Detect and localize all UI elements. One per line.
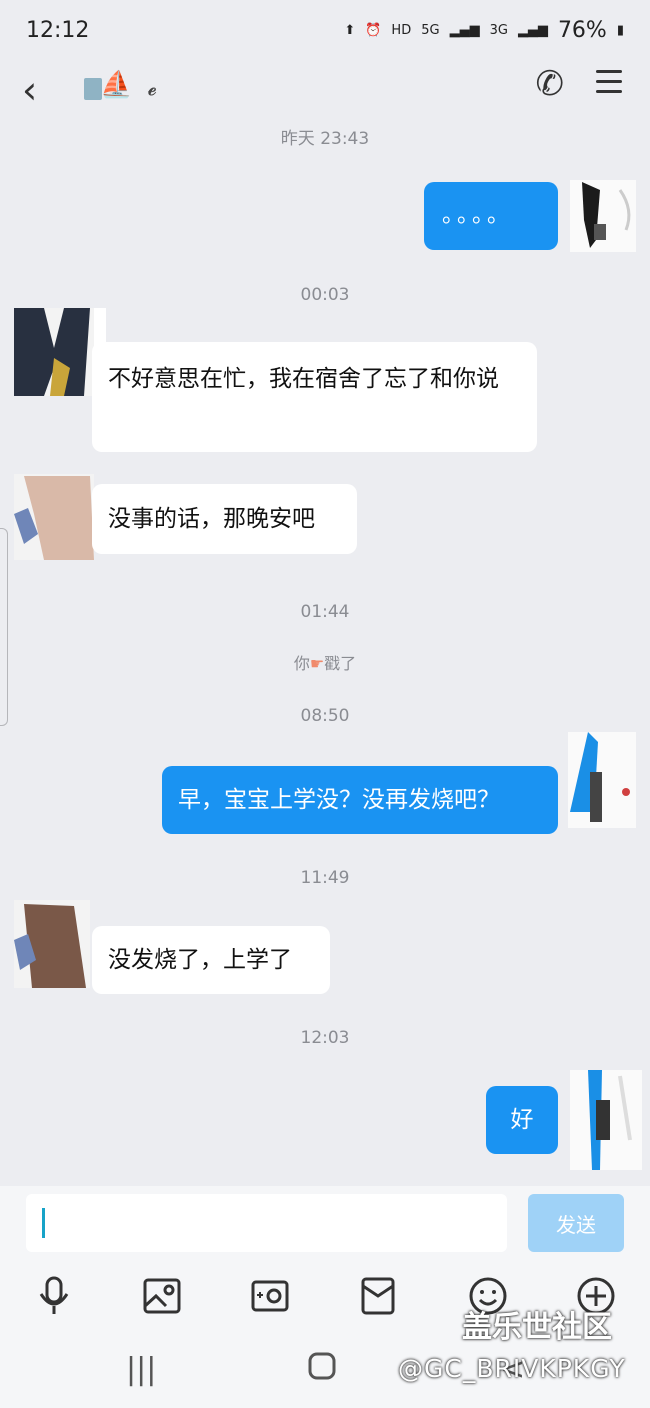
contact-avatar-image xyxy=(14,474,94,560)
watermark-handle: @GC_BRIVKPKGY xyxy=(398,1354,626,1383)
incoming-message[interactable]: 没事的话，那晚安吧 xyxy=(92,484,357,554)
timestamp: 00:03 xyxy=(300,285,350,305)
timestamp: 08:50 xyxy=(300,706,350,726)
ear-icon: 𝓮 xyxy=(148,76,157,100)
signal-icon-2: ▂▄▆ xyxy=(517,22,548,38)
outgoing-message[interactable]: 。。。。 xyxy=(424,182,558,250)
text-caret xyxy=(42,1208,45,1238)
microphone-icon[interactable] xyxy=(32,1274,76,1318)
clock: 12:12 xyxy=(26,17,90,43)
red-packet-icon[interactable] xyxy=(356,1274,400,1318)
outgoing-message[interactable]: 早，宝宝上学没？没再发烧吧？ xyxy=(162,766,558,834)
image-icon[interactable] xyxy=(140,1274,184,1318)
contact-avatar-image xyxy=(14,900,90,988)
home-icon[interactable] xyxy=(308,1352,336,1388)
battery-percent: 76% xyxy=(557,17,607,43)
incoming-message[interactable]: 没发烧了，上学了 xyxy=(92,926,330,994)
contact-avatar: ⛵ xyxy=(70,70,134,106)
timestamp: 01:44 xyxy=(300,602,350,622)
outgoing-message[interactable]: 好 xyxy=(486,1086,558,1154)
network-5g-label: 5G xyxy=(421,22,440,38)
poke-action: 戳了 xyxy=(324,654,357,673)
chat-header: ‹ ⛵ 𝓮 ✆ xyxy=(0,60,650,116)
phone-icon[interactable]: ✆ xyxy=(536,64,565,104)
timestamp: 昨天 23:43 xyxy=(280,129,370,149)
incoming-message[interactable]: 不好意思在忙，我在宿舍了忘了和你说 xyxy=(92,342,537,452)
contact-avatar-incoming[interactable] xyxy=(14,900,90,988)
self-avatar-image xyxy=(570,1070,642,1170)
contact-avatar-incoming[interactable] xyxy=(14,474,94,560)
sailboat-icon: ⛵ xyxy=(100,70,133,100)
contact-info[interactable]: ⛵ 𝓮 xyxy=(70,70,157,106)
signal-icon: ▂▄▆ xyxy=(449,22,480,38)
timestamp: 12:03 xyxy=(300,1028,350,1048)
status-bar: 12:12 ⬆ ⏰ HD 5G ▂▄▆ 3G ▂▄▆ 76% ▮ xyxy=(0,0,650,60)
message-input-bar: 发送 xyxy=(0,1186,650,1260)
self-avatar[interactable] xyxy=(570,1070,642,1170)
network-3g-label: 3G xyxy=(489,22,508,38)
recent-apps-icon[interactable]: ||| xyxy=(126,1352,156,1387)
camera-icon[interactable] xyxy=(248,1274,292,1318)
timestamp: 11:49 xyxy=(300,868,350,888)
upload-icon: ⬆ xyxy=(344,22,356,38)
send-button[interactable]: 发送 xyxy=(528,1194,624,1252)
message-input[interactable] xyxy=(26,1194,507,1252)
hd-label: HD xyxy=(391,22,412,38)
battery-icon: ▮ xyxy=(616,22,624,38)
menu-icon[interactable] xyxy=(596,70,622,100)
status-icons: ⬆ ⏰ HD 5G ▂▄▆ 3G ▂▄▆ 76% ▮ xyxy=(344,18,624,43)
poke-you: 你 xyxy=(293,654,310,673)
alarm-icon: ⏰ xyxy=(365,22,382,38)
watermark-title: 盖乐世社区 xyxy=(462,1310,612,1345)
self-avatar[interactable] xyxy=(570,180,636,252)
self-avatar-image xyxy=(570,180,636,252)
side-panel-handle[interactable] xyxy=(0,528,8,726)
back-chevron-icon[interactable]: ‹ xyxy=(22,68,37,112)
self-avatar-image xyxy=(568,732,636,828)
self-avatar[interactable] xyxy=(568,732,636,828)
pointing-hand-icon: ☛ xyxy=(309,654,325,673)
poke-system-message: 你☛戳了 xyxy=(0,650,650,674)
